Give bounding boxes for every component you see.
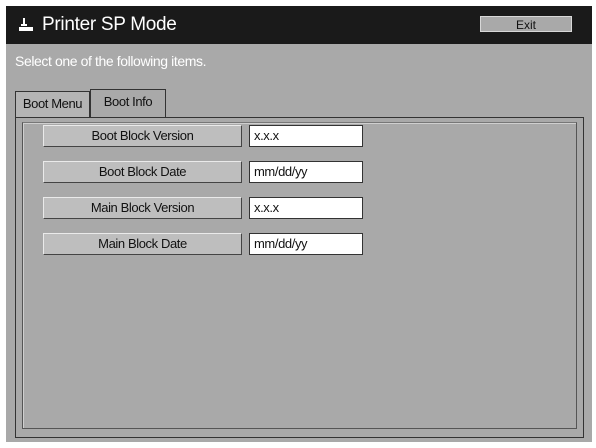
boot-block-date-value: mm/dd/yy [249,161,363,183]
instruction-text: Select one of the following items. [15,53,207,69]
title-bar: Printer SP Mode Exit [6,6,592,44]
boot-block-version-button[interactable]: Boot Block Version [43,125,242,147]
window-title: Printer SP Mode [42,14,177,35]
tab-boot-info[interactable]: Boot Info [90,89,166,117]
tab-boot-menu[interactable]: Boot Menu [15,91,90,117]
main-block-date-value: mm/dd/yy [249,233,363,255]
sp-mode-window: Printer SP Mode Exit Select one of the f… [6,6,592,442]
exit-button[interactable]: Exit [480,16,572,32]
panel-inner-border: Boot Block Version x.x.x Boot Block Date… [22,122,577,429]
printer-icon [18,17,34,33]
boot-block-version-value: x.x.x [249,125,363,147]
content-area: Select one of the following items. Boot … [6,44,592,442]
boot-block-date-button[interactable]: Boot Block Date [43,161,242,183]
main-block-version-button[interactable]: Main Block Version [43,197,242,219]
main-block-date-button[interactable]: Main Block Date [43,233,242,255]
boot-info-panel: Boot Block Version x.x.x Boot Block Date… [15,117,584,438]
main-block-version-value: x.x.x [249,197,363,219]
